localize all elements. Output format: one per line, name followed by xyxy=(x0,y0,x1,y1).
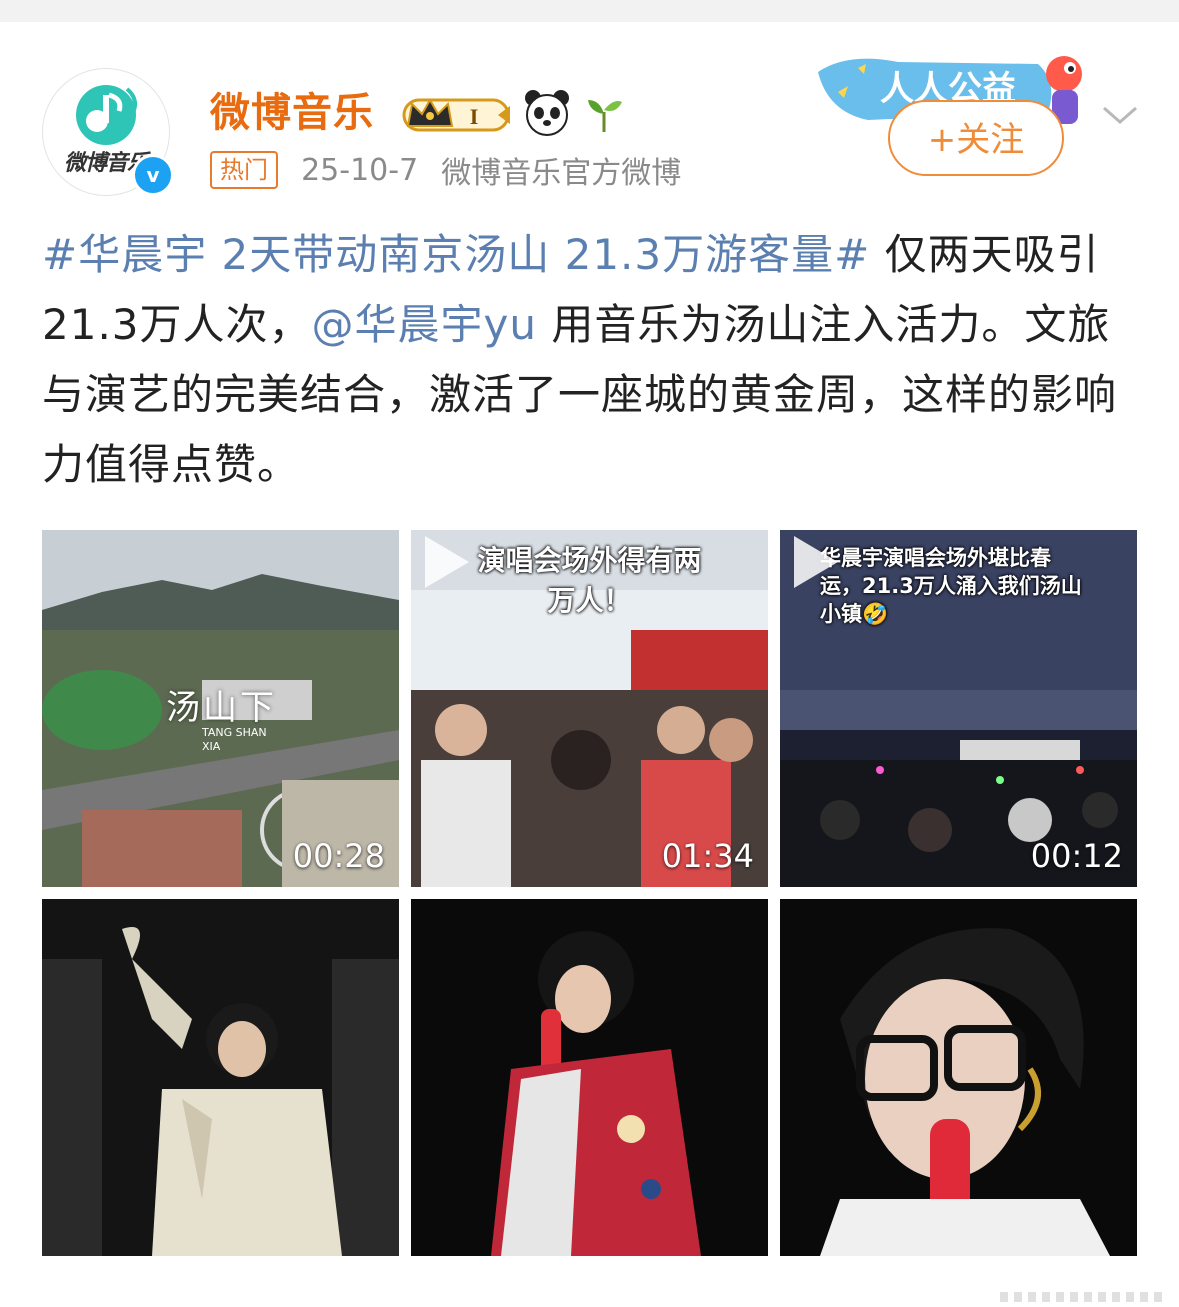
follow-button[interactable]: +关注 xyxy=(888,100,1064,176)
watermark-title: 汤山下 xyxy=(166,688,277,728)
crown-level-icon: I xyxy=(402,97,510,132)
video-duration: 01:34 xyxy=(661,837,754,875)
panda-icon xyxy=(525,90,569,136)
media-video-3[interactable]: 华晨宇演唱会场外堪比春 运，21.3万人涌入我们汤山 小镇🤣 00:12 xyxy=(780,530,1137,887)
media-video-1[interactable]: 汤山下 TANG SHAN XIA 00:28 xyxy=(42,530,399,887)
level-badge-label: I xyxy=(470,104,479,129)
performer-photo xyxy=(411,899,768,1256)
video-duration: 00:12 xyxy=(1030,837,1123,875)
author-name[interactable]: 微博音乐 xyxy=(210,80,374,138)
video-caption-line2: 运，21.3万人涌入我们汤山 xyxy=(820,574,1082,598)
post-date: 25-10-7 xyxy=(301,152,419,188)
media-image-4[interactable] xyxy=(42,899,399,1256)
video-caption-line1: 华晨宇演唱会场外堪比春 xyxy=(820,546,1051,570)
media-image-6[interactable] xyxy=(780,899,1137,1256)
image-divider xyxy=(1000,1292,1162,1302)
video-duration: 00:28 xyxy=(292,837,385,875)
mention-link[interactable]: @华晨宇yu xyxy=(312,300,537,349)
play-icon[interactable] xyxy=(411,530,475,594)
verified-badge-icon: v xyxy=(132,154,174,196)
post-meta: 热门 25-10-7 微博音乐官方微博 xyxy=(210,148,681,191)
post-text: #华晨宇 2天带动南京汤山 21.3万游客量# 仅两天吸引 21.3万人次，@华… xyxy=(42,220,1142,500)
hot-tag[interactable]: 热门 xyxy=(210,151,278,189)
play-icon[interactable] xyxy=(780,530,844,594)
media-video-2[interactable]: 演唱会场外得有两 万人！ 01:34 xyxy=(411,530,768,887)
video-caption-line3: 小镇🤣 xyxy=(820,602,889,626)
sprout-icon xyxy=(588,100,622,132)
media-grid: 汤山下 TANG SHAN XIA 00:28 演唱会场外得有两 万人！ 01:… xyxy=(42,530,1138,1256)
performer-photo xyxy=(42,899,399,1256)
watermark-subtitle: TANG SHAN XIA xyxy=(202,726,267,753)
topic-link[interactable]: #华晨宇 2天带动南京汤山 21.3万游客量# xyxy=(42,230,870,279)
performer-photo xyxy=(780,899,1137,1256)
post-source: 微博音乐官方微博 xyxy=(441,156,682,191)
post-card: 微博音乐 v 微博音乐 I 热门 25-10-7 微博音乐官方微博 人人公益 +… xyxy=(0,22,1179,1307)
media-image-5[interactable] xyxy=(411,899,768,1256)
chevron-down-icon[interactable] xyxy=(1100,100,1140,130)
